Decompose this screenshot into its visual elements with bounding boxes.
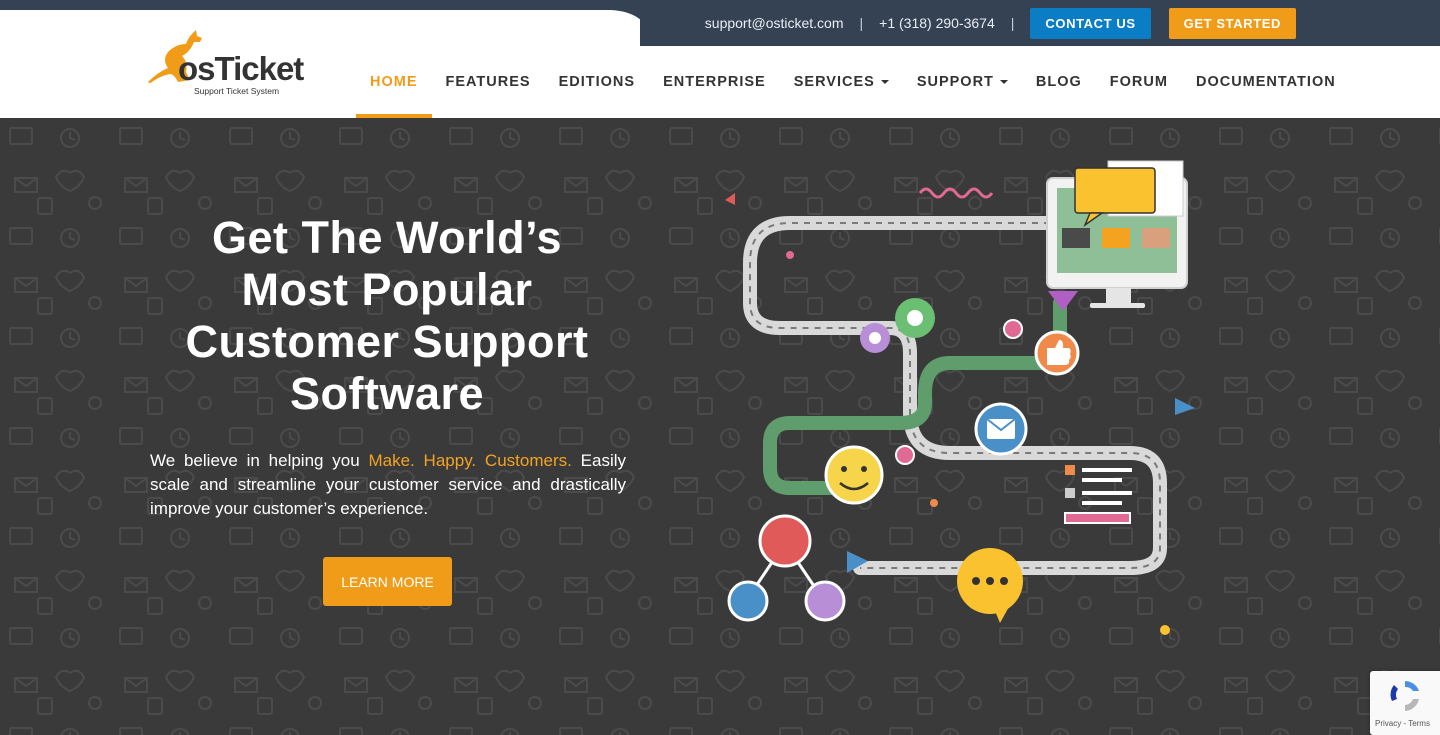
separator: | (1010, 15, 1015, 31)
contact-us-button[interactable]: CONTACT US (1030, 7, 1151, 39)
support-workflow-illustration (725, 160, 1195, 635)
nav-item-home[interactable]: HOME (356, 46, 432, 118)
recaptcha-badge[interactable]: Privacy - Terms (1370, 671, 1440, 735)
hero-text-before: We believe in helping you (150, 451, 369, 470)
learn-more-button[interactable]: LEARN MORE (323, 557, 452, 606)
phone-link[interactable]: +1 (318) 290-3674 (879, 15, 995, 31)
nav-label: DOCUMENTATION (1195, 74, 1336, 90)
nav-label: EDITIONS (558, 74, 636, 90)
hero-title: Get The World’s Most Popular Customer Su… (140, 212, 634, 420)
nav-item-forum[interactable]: FORUM (1096, 46, 1182, 118)
caret-down-icon (880, 80, 889, 84)
nav-item-features[interactable]: FEATURES (432, 46, 545, 118)
separator: | (859, 15, 864, 31)
hero-title-line: Customer Support (185, 316, 589, 367)
hero-title-line: Most Popular (241, 264, 533, 315)
nav-label: BLOG (1035, 74, 1082, 90)
logo-wordmark: osTicket (178, 50, 304, 87)
recaptcha-icon (1390, 681, 1419, 711)
nav-label: SUPPORT (916, 74, 994, 90)
nav-label: ENTERPRISE (663, 74, 766, 90)
main-nav: HOME FEATURES EDITIONS ENTERPRISE SERVIC… (356, 46, 1350, 118)
nav-label: FEATURES (445, 74, 531, 90)
nav-label: SERVICES (793, 74, 875, 90)
hero-text-highlight: Make. Happy. Customers. (368, 451, 572, 470)
support-email-link[interactable]: support@osticket.com (705, 15, 844, 31)
nav-item-blog[interactable]: BLOG (1022, 46, 1096, 118)
hero-title-line: Get The World’s (211, 212, 563, 263)
hero-description: We believe in helping you Make. Happy. C… (150, 449, 626, 521)
osticket-logo[interactable]: osTicket Support Ticket System (148, 30, 308, 98)
nav-label: FORUM (1109, 74, 1168, 90)
top-bar-curve (600, 8, 680, 46)
nav-item-documentation[interactable]: DOCUMENTATION (1182, 46, 1350, 118)
recaptcha-links[interactable]: Privacy - Terms (1375, 719, 1430, 728)
nav-label: HOME (370, 74, 418, 90)
contact-line: support@osticket.com | +1 (318) 290-3674… (705, 0, 1296, 46)
nav-item-editions[interactable]: EDITIONS (545, 46, 649, 118)
logo-tagline: Support Ticket System (194, 86, 280, 96)
nav-item-services[interactable]: SERVICES (780, 46, 903, 118)
caret-down-icon (999, 80, 1008, 84)
nav-item-support[interactable]: SUPPORT (903, 46, 1022, 118)
hero-title-line: Software (289, 368, 485, 419)
hero-section: Get The World’s Most Popular Customer Su… (0, 118, 1440, 735)
nav-item-enterprise[interactable]: ENTERPRISE (649, 46, 780, 118)
get-started-button[interactable]: GET STARTED (1168, 7, 1296, 39)
